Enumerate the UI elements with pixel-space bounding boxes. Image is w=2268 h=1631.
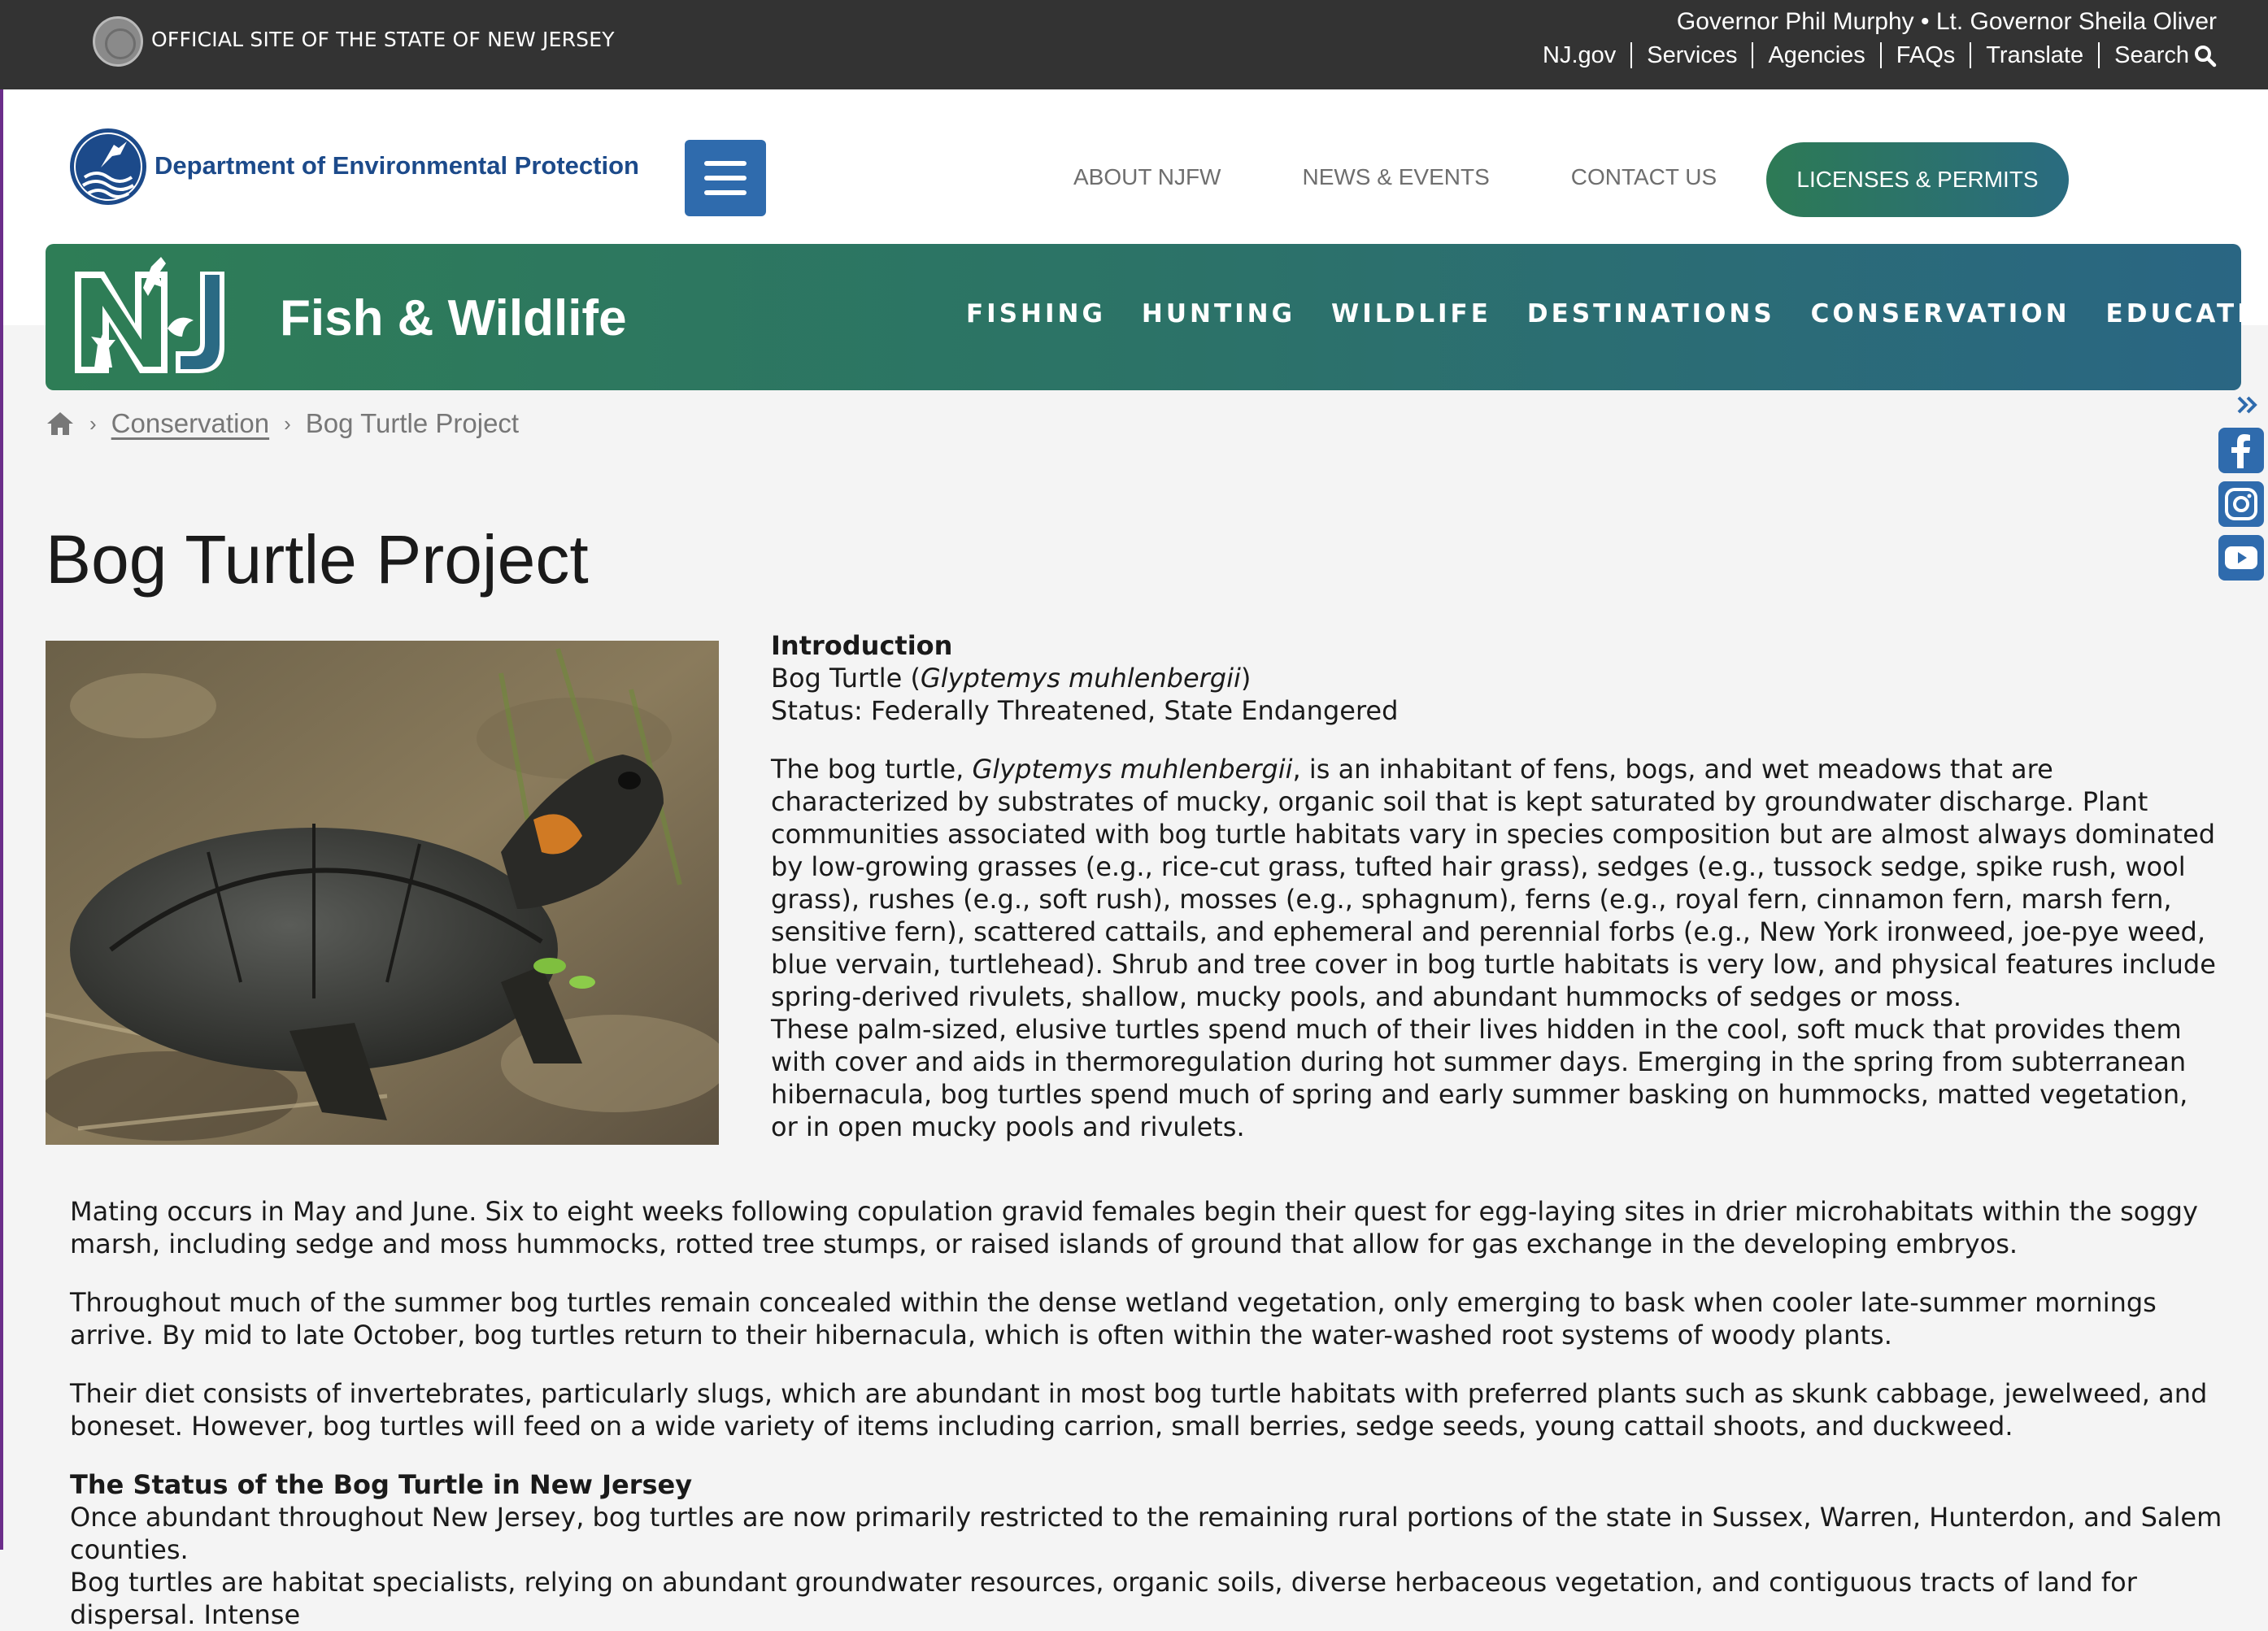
state-links: NJ.gov Services Agencies FAQs Translate …: [1543, 42, 2217, 68]
paragraph-habitat-specialists: Bog turtles are habitat specialists, rel…: [70, 1567, 2137, 1630]
fish-wildlife-title[interactable]: Fish & Wildlife: [280, 289, 627, 347]
nav-fishing[interactable]: FISHING: [966, 299, 1106, 328]
intro-block: Introduction Bog Turtle (Glyptemys muhle…: [771, 629, 2218, 1143]
nav-destinations[interactable]: DESTINATIONS: [1527, 299, 1775, 328]
link-services[interactable]: Services: [1630, 42, 1752, 68]
bog-turtle-photo: [46, 641, 719, 1145]
status-line: Status: Federally Threatened, State Enda…: [771, 695, 1399, 726]
p1-prefix: The bog turtle,: [771, 754, 973, 785]
chevron-right-icon: ›: [89, 411, 97, 436]
nav-wildlife[interactable]: WILDLIFE: [1331, 299, 1491, 328]
dep-logo-icon[interactable]: [68, 127, 148, 207]
search-link[interactable]: Search: [2098, 42, 2217, 68]
hamburger-icon: [704, 161, 747, 166]
species-latin: Glyptemys muhlenbergii: [920, 663, 1241, 694]
link-faqs[interactable]: FAQs: [1879, 42, 1970, 68]
page-title: Bog Turtle Project: [46, 521, 589, 598]
link-agencies[interactable]: Agencies: [1752, 42, 1879, 68]
menu-button[interactable]: [685, 140, 766, 216]
search-icon: [2195, 46, 2217, 67]
breadcrumb: › Conservation › Bog Turtle Project: [46, 408, 519, 439]
official-site-text: OFFICIAL SITE OF THE STATE OF NEW JERSEY: [151, 28, 615, 51]
paragraph-diet: Their diet consists of invertebrates, pa…: [70, 1378, 2208, 1442]
species-prefix: Bog Turtle (: [771, 663, 921, 694]
link-njgov[interactable]: NJ.gov: [1543, 42, 1630, 68]
paragraph-behavior: These palm-sized, elusive turtles spend …: [771, 1014, 2188, 1142]
section-nav: FISHING HUNTING WILDLIFE DESTINATIONS CO…: [966, 299, 2268, 328]
department-name[interactable]: Department of Environmental Protection: [155, 151, 639, 180]
species-suffix: ): [1240, 663, 1252, 694]
breadcrumb-conservation[interactable]: Conservation: [111, 408, 269, 439]
paragraph-habitat: The bog turtle, Glyptemys muhlenbergii, …: [771, 753, 2218, 1013]
licenses-permits-button[interactable]: LICENSES & PERMITS: [1766, 142, 2069, 217]
species-line: Bog Turtle (Glyptemys muhlenbergii): [771, 662, 2218, 694]
p1-rest: , is an inhabitant of fens, bogs, and we…: [771, 754, 2216, 1012]
status-heading: The Status of the Bog Turtle in New Jers…: [70, 1469, 693, 1500]
chevron-right-icon: ›: [284, 411, 291, 436]
nav-education[interactable]: EDUCATION: [2106, 299, 2268, 328]
nav-conservation[interactable]: CONSERVATION: [1811, 299, 2070, 328]
lower-block: Mating occurs in May and June. Six to ei…: [70, 1195, 2225, 1631]
top-nav: ABOUT NJFW NEWS & EVENTS CONTACT US: [1073, 164, 1717, 190]
nav-about-njfw[interactable]: ABOUT NJFW: [1073, 164, 1221, 190]
intro-heading: Introduction: [771, 630, 953, 661]
state-bar: OFFICIAL SITE OF THE STATE OF NEW JERSEY…: [0, 0, 2268, 89]
governor-line: Governor Phil Murphy • Lt. Governor Shei…: [1676, 8, 2217, 35]
nj-state-seal-icon: [93, 16, 143, 67]
fish-wildlife-banner: Fish & Wildlife FISHING HUNTING WILDLIFE…: [46, 244, 2268, 390]
facebook-icon[interactable]: [2218, 428, 2264, 473]
p1-latin: Glyptemys muhlenbergii: [972, 754, 1293, 785]
nav-news-events[interactable]: NEWS & EVENTS: [1302, 164, 1489, 190]
breadcrumb-current: Bog Turtle Project: [305, 408, 520, 438]
link-translate[interactable]: Translate: [1970, 42, 2098, 68]
paragraph-summer: Throughout much of the summer bog turtle…: [70, 1287, 2157, 1350]
search-label: Search: [2114, 42, 2189, 68]
nav-hunting[interactable]: HUNTING: [1142, 299, 1295, 328]
youtube-icon[interactable]: [2218, 535, 2264, 581]
home-icon[interactable]: [46, 411, 75, 437]
nj-fish-wildlife-logo-icon[interactable]: [70, 255, 233, 377]
nav-contact-us[interactable]: CONTACT US: [1571, 164, 1717, 190]
paragraph-mating: Mating occurs in May and June. Six to ei…: [70, 1196, 2198, 1259]
left-accent-line: [0, 89, 3, 1550]
double-chevron-right-icon[interactable]: [2236, 395, 2259, 415]
instagram-icon[interactable]: [2218, 481, 2264, 527]
paragraph-status: Once abundant throughout New Jersey, bog…: [70, 1502, 2222, 1565]
